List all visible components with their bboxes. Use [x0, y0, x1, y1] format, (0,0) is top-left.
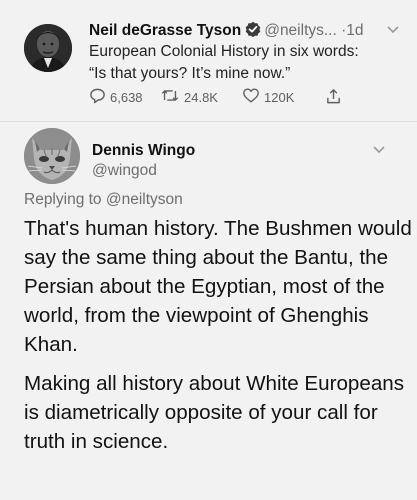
- author-handle[interactable]: @wingod: [92, 161, 157, 181]
- author-handle[interactable]: @neiltys...: [264, 22, 337, 39]
- timestamp[interactable]: 1d: [346, 22, 363, 39]
- tweet-header: Neil deGrasse Tyson @neiltys... ·1d: [89, 20, 409, 42]
- like-button[interactable]: 120K: [242, 88, 294, 106]
- replying-to[interactable]: Replying to @neiltyson: [24, 190, 183, 210]
- reply-paragraph: Making all history about White Europeans…: [24, 372, 405, 453]
- reply-count: 6,638: [110, 89, 143, 105]
- retweet-count: 24.8K: [184, 89, 218, 105]
- avatar[interactable]: [24, 128, 80, 184]
- verified-badge-icon: [245, 21, 261, 38]
- chevron-down-icon[interactable]: [386, 22, 400, 34]
- chevron-down-icon[interactable]: [372, 142, 386, 154]
- tweet-text-line: “Is that yours? It’s mine now.”: [89, 65, 291, 82]
- divider: [0, 121, 417, 122]
- original-tweet: Neil deGrasse Tyson @neiltys... ·1d Europ…: [0, 0, 417, 122]
- retweet-icon: [160, 87, 184, 107]
- tweet-text-line: European Colonial History in six words:: [89, 43, 359, 60]
- reply-icon: [89, 87, 110, 107]
- reply-text: That's human history. The Bushmen would …: [24, 214, 416, 466]
- avatar[interactable]: [24, 24, 72, 72]
- author-name[interactable]: Dennis Wingo: [92, 141, 195, 161]
- cat-avatar-image: [24, 128, 80, 184]
- reply-button[interactable]: 6,638: [89, 88, 143, 106]
- avatar-image: [24, 24, 72, 72]
- retweet-button[interactable]: 24.8K: [160, 88, 218, 106]
- like-count: 120K: [264, 89, 295, 105]
- tweet-actions: 6,638 24.8K 120K: [89, 88, 389, 106]
- reply-paragraph: That's human history. The Bushmen would …: [24, 217, 412, 356]
- author-name[interactable]: Neil deGrasse Tyson: [89, 22, 241, 39]
- tweet-text: European Colonial History in six words: …: [89, 41, 409, 85]
- like-icon: [242, 87, 264, 107]
- share-icon: [325, 87, 346, 108]
- share-button[interactable]: [325, 88, 346, 106]
